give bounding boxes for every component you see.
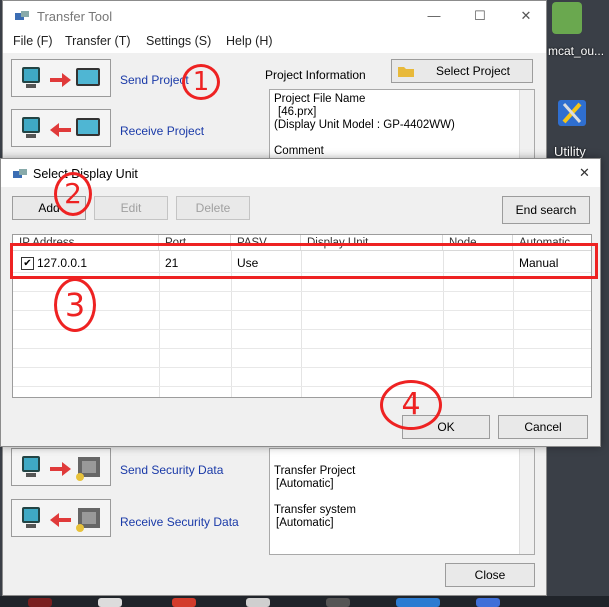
grid-line [13, 310, 591, 311]
taskbar-app-4[interactable] [246, 598, 270, 607]
select-project-button[interactable]: Select Project [391, 59, 533, 83]
info-line: (Display Unit Model : GP-4402WW) [274, 119, 455, 131]
grid-line [13, 367, 591, 368]
grid-line [13, 329, 591, 330]
title-bar: Transfer Tool — ☐ ✕ [3, 1, 546, 31]
taskbar-app-2[interactable] [98, 598, 122, 607]
end-search-button[interactable]: End search [502, 196, 590, 224]
info-line: Project File Name [274, 93, 366, 105]
menu-bar: File (F) Transfer (T) Settings (S) Help … [3, 31, 546, 53]
info-line: [46.prx] [278, 106, 317, 118]
minimize-button[interactable]: — [421, 6, 447, 26]
setting-line: [Automatic] [276, 478, 334, 490]
grid-line [13, 348, 591, 349]
delete-button[interactable]: Delete [176, 196, 250, 220]
menu-help[interactable]: Help (H) [226, 34, 273, 48]
annotation-circle-2: 2 [54, 172, 92, 216]
menu-file[interactable]: File (F) [13, 34, 53, 48]
project-info-box: Project File Name [46.prx] (Display Unit… [269, 89, 535, 169]
setting-line: [Automatic] [276, 517, 334, 529]
close-button[interactable]: ✕ [513, 6, 539, 26]
send-project-button[interactable] [11, 59, 111, 97]
maximize-button[interactable]: ☐ [467, 6, 493, 26]
setting-line: Transfer system [274, 504, 357, 516]
edit-button[interactable]: Edit [94, 196, 168, 220]
project-info-label: Project Information [265, 68, 366, 82]
menu-transfer[interactable]: Transfer (T) [65, 34, 131, 48]
grid-line [13, 386, 591, 387]
receive-security-icon [22, 507, 100, 532]
taskbar-app-3[interactable] [172, 598, 196, 607]
transfer-settings-box: Transfer Project [Automatic] Transfer sy… [269, 448, 535, 555]
desktop-app-icon[interactable] [552, 2, 582, 34]
cancel-button[interactable]: Cancel [498, 415, 588, 439]
select-project-label: Select Project [435, 64, 511, 78]
send-project-icon [22, 67, 100, 88]
close-main-button[interactable]: Close [445, 563, 535, 587]
window-title: Transfer Tool [37, 9, 113, 24]
desktop-icon-label: mcat_ou... [548, 44, 605, 58]
scrollbar[interactable] [519, 90, 534, 168]
receive-security-link[interactable]: Receive Security Data [120, 515, 239, 529]
taskbar [0, 596, 609, 607]
setting-line: Transfer Project [274, 465, 356, 477]
annotation-number: 2 [64, 177, 82, 210]
receive-project-icon [22, 117, 100, 138]
info-line: Comment [274, 145, 324, 157]
send-security-link[interactable]: Send Security Data [120, 463, 223, 477]
scrollbar[interactable] [519, 449, 534, 554]
utility-app-icon[interactable] [556, 94, 588, 132]
send-project-link[interactable]: Send Project [120, 73, 189, 87]
taskbar-app-7[interactable] [476, 598, 500, 607]
taskbar-app-6[interactable] [396, 598, 440, 607]
send-security-button[interactable] [11, 448, 111, 486]
receive-security-button[interactable] [11, 499, 111, 537]
annotation-circle-4: 4 [380, 380, 442, 430]
annotation-number: 4 [401, 387, 421, 422]
annotation-number: 3 [64, 286, 86, 324]
grid-line [13, 291, 591, 292]
annotation-circle-1: 1 [182, 64, 220, 100]
transfer-app-icon [15, 11, 29, 20]
receive-project-link[interactable]: Receive Project [120, 124, 204, 138]
annotation-circle-3: 3 [54, 278, 96, 332]
dialog-close-button[interactable]: ✕ [579, 165, 590, 181]
annotation-highlight-row [10, 243, 598, 279]
taskbar-app-1[interactable] [28, 598, 52, 607]
receive-project-button[interactable] [11, 109, 111, 147]
dialog-app-icon [13, 169, 27, 178]
menu-settings[interactable]: Settings (S) [146, 34, 211, 48]
utility-icon-label: Utility [554, 144, 586, 159]
taskbar-app-5[interactable] [326, 598, 350, 607]
folder-icon [398, 67, 414, 77]
send-security-icon [22, 456, 100, 481]
annotation-number: 1 [192, 67, 210, 97]
dialog-title-bar: Select Display Unit ✕ [1, 159, 600, 187]
